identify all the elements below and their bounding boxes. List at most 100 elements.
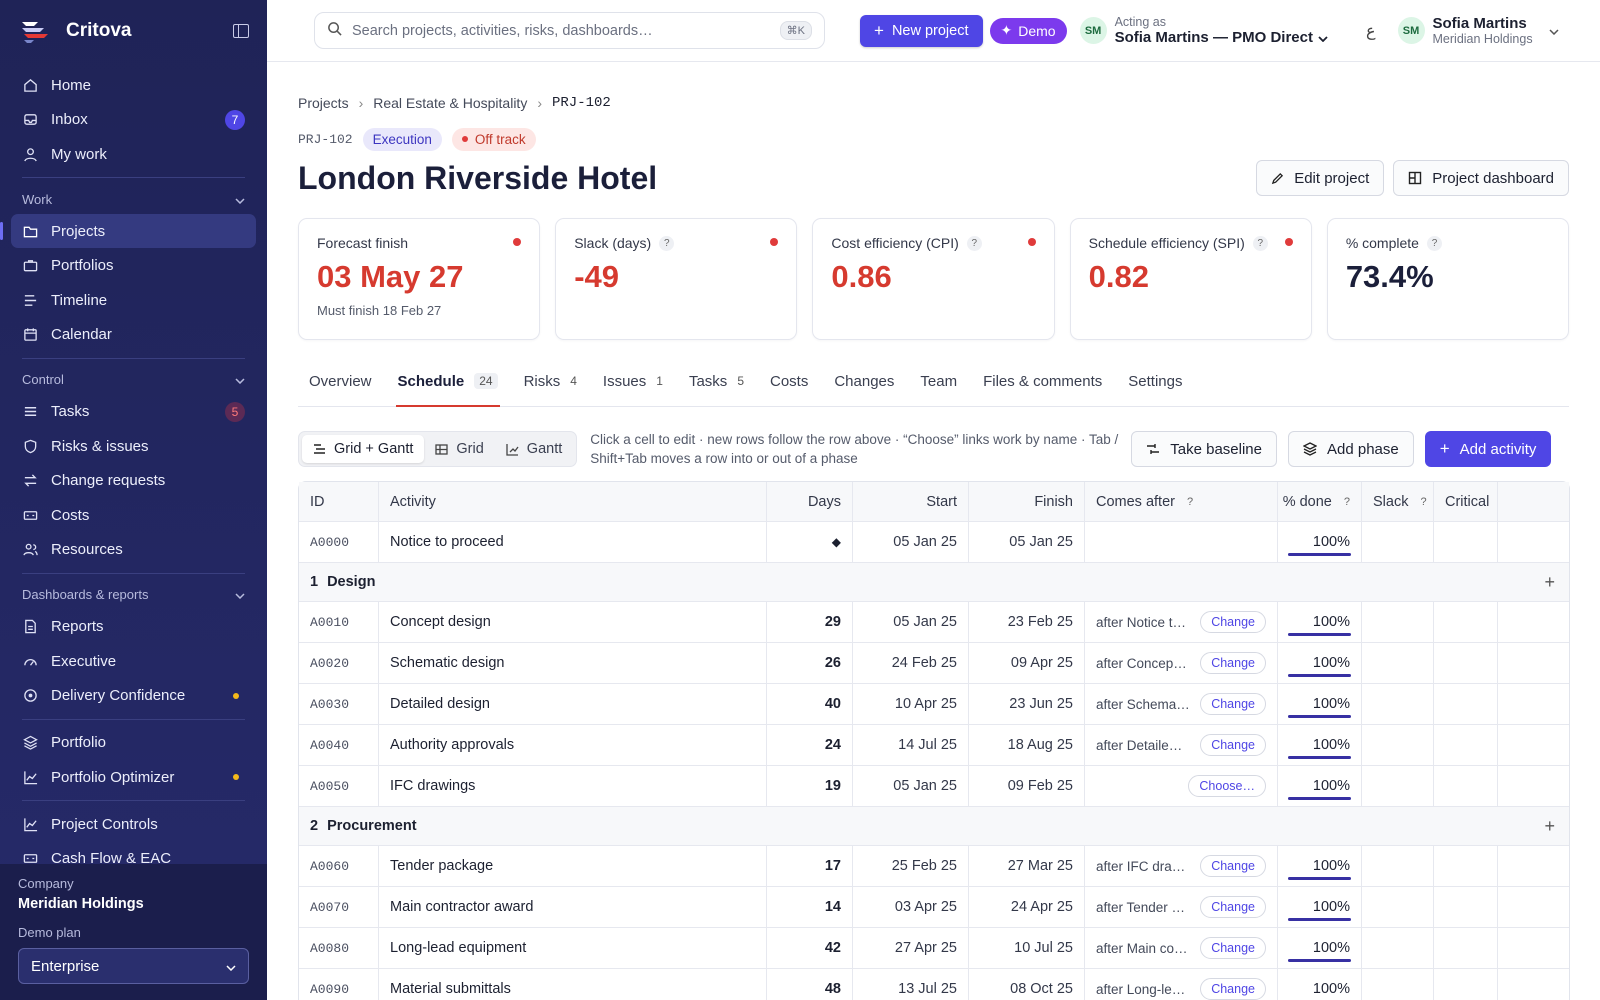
slack-cell[interactable] xyxy=(1362,684,1434,724)
finish-cell[interactable]: 18 Aug 25 xyxy=(969,725,1085,765)
activity-name-cell[interactable]: Schematic design xyxy=(379,643,767,683)
sidebar-item-portfolios[interactable]: Portfolios xyxy=(11,249,256,283)
table-row[interactable]: A0090 Material submittals 48 13 Jul 25 08 Oc… xyxy=(299,969,1569,1000)
table-row[interactable]: A0060 Tender package 17 25 Feb 25 27 Mar 25 a… xyxy=(299,846,1569,887)
column-header[interactable]: Activity xyxy=(379,482,767,521)
percent-done-cell[interactable]: 100% xyxy=(1278,643,1362,683)
start-cell[interactable]: 27 Apr 25 xyxy=(853,928,969,968)
sidebar-item-portfolio-optimizer[interactable]: Portfolio Optimizer xyxy=(11,760,256,794)
add-row-icon[interactable]: + xyxy=(1544,816,1555,837)
table-row[interactable]: A0080 Long-lead equipment 42 27 Apr 25 10 Ju… xyxy=(299,928,1569,969)
activity-id-cell[interactable]: A0020 xyxy=(299,643,379,683)
start-cell[interactable]: 10 Apr 25 xyxy=(853,684,969,724)
percent-done-cell[interactable]: 100% xyxy=(1278,522,1362,562)
sidebar-item-calendar[interactable]: Calendar xyxy=(11,318,256,352)
tab-files-comments[interactable]: Files & comments xyxy=(983,364,1102,398)
finish-cell[interactable]: 09 Feb 25 xyxy=(969,766,1085,806)
tab-issues[interactable]: Issues 1 xyxy=(603,364,663,398)
critical-cell[interactable] xyxy=(1434,684,1498,724)
sidebar-item-resources[interactable]: Resources xyxy=(11,533,256,567)
sidebar-item-my-work[interactable]: My work xyxy=(11,137,256,171)
critical-cell[interactable] xyxy=(1434,643,1498,683)
predecessor-cell[interactable]: after Tender … Change xyxy=(1085,887,1278,927)
edit-project-button[interactable]: Edit project xyxy=(1256,160,1385,196)
percent-done-cell[interactable]: 100% xyxy=(1278,602,1362,642)
start-cell[interactable]: 24 Feb 25 xyxy=(853,643,969,683)
slack-cell[interactable] xyxy=(1362,725,1434,765)
start-cell[interactable]: 05 Jan 25 xyxy=(853,766,969,806)
choose-link-button[interactable]: Choose… xyxy=(1188,775,1266,797)
finish-cell[interactable]: 24 Apr 25 xyxy=(969,887,1085,927)
predecessor-cell[interactable]: after Notice t… Change xyxy=(1085,602,1278,642)
predecessor-cell[interactable]: after Concep… Change xyxy=(1085,643,1278,683)
predecessor-cell[interactable]: after Schema… Change xyxy=(1085,684,1278,724)
activity-id-cell[interactable]: A0000 xyxy=(299,522,379,562)
percent-done-cell[interactable]: 100% xyxy=(1278,969,1362,1000)
percent-done-cell[interactable]: 100% xyxy=(1278,684,1362,724)
section-work[interactable]: Work xyxy=(11,184,256,214)
breadcrumb-projects[interactable]: Projects xyxy=(298,95,349,111)
table-row[interactable]: A0010 Concept design 29 05 Jan 25 23 Feb 25 a… xyxy=(299,602,1569,643)
finish-cell[interactable]: 23 Jun 25 xyxy=(969,684,1085,724)
finish-cell[interactable]: 10 Jul 25 xyxy=(969,928,1085,968)
days-cell[interactable]: ◆ xyxy=(767,522,853,562)
take-baseline-button[interactable]: Take baseline xyxy=(1131,431,1277,467)
column-header[interactable]: Finish xyxy=(969,482,1085,521)
add-phase-button[interactable]: Add phase xyxy=(1288,431,1414,467)
start-cell[interactable]: 14 Jul 25 xyxy=(853,725,969,765)
help-icon[interactable]: ? xyxy=(966,235,982,251)
activity-name-cell[interactable]: Material submittals xyxy=(379,969,767,1000)
tab-risks[interactable]: Risks 4 xyxy=(524,364,577,398)
demo-button[interactable]: ✦ Demo xyxy=(989,17,1067,44)
phase-row[interactable]: 1 Design + xyxy=(299,563,1569,602)
tab-costs[interactable]: Costs xyxy=(770,364,808,398)
column-header[interactable]: % done? xyxy=(1278,482,1362,521)
days-cell[interactable]: 17 xyxy=(767,846,853,886)
finish-cell[interactable]: 27 Mar 25 xyxy=(969,846,1085,886)
tab-changes[interactable]: Changes xyxy=(834,364,894,398)
activity-name-cell[interactable]: Concept design xyxy=(379,602,767,642)
column-header[interactable]: Comes after? xyxy=(1085,482,1278,521)
slack-cell[interactable] xyxy=(1362,602,1434,642)
section-control[interactable]: Control xyxy=(11,365,256,395)
sidebar-item-timeline[interactable]: Timeline xyxy=(11,283,256,317)
activity-id-cell[interactable]: A0040 xyxy=(299,725,379,765)
help-icon[interactable]: ? xyxy=(1344,496,1350,508)
help-icon[interactable]: ? xyxy=(1426,235,1442,251)
predecessor-cell[interactable] xyxy=(1085,522,1278,562)
slack-cell[interactable] xyxy=(1362,766,1434,806)
start-cell[interactable]: 03 Apr 25 xyxy=(853,887,969,927)
start-cell[interactable]: 05 Jan 25 xyxy=(853,602,969,642)
slack-cell[interactable] xyxy=(1362,969,1434,1000)
percent-done-cell[interactable]: 100% xyxy=(1278,846,1362,886)
predecessor-cell[interactable]: Choose… xyxy=(1085,766,1278,806)
tab-tasks[interactable]: Tasks 5 xyxy=(689,364,744,398)
critical-cell[interactable] xyxy=(1434,887,1498,927)
user-avatar[interactable]: SM xyxy=(1397,17,1425,44)
finish-cell[interactable]: 23 Feb 25 xyxy=(969,602,1085,642)
critical-cell[interactable] xyxy=(1434,969,1498,1000)
predecessor-cell[interactable]: after Main co… Change xyxy=(1085,928,1278,968)
percent-done-cell[interactable]: 100% xyxy=(1278,887,1362,927)
change-link-button[interactable]: Change xyxy=(1200,937,1266,959)
plan-select[interactable]: Enterprise xyxy=(18,948,249,984)
phase-name[interactable]: Design xyxy=(327,574,375,590)
activity-name-cell[interactable]: Main contractor award xyxy=(379,887,767,927)
days-cell[interactable]: 24 xyxy=(767,725,853,765)
help-icon[interactable]: ? xyxy=(659,235,675,251)
breadcrumb-portfolio[interactable]: Real Estate & Hospitality xyxy=(373,95,527,111)
acting-as-switcher[interactable]: Acting as Sofia Martins — PMO Direct xyxy=(1115,15,1328,46)
activity-id-cell[interactable]: A0080 xyxy=(299,928,379,968)
slack-cell[interactable] xyxy=(1362,928,1434,968)
days-cell[interactable]: 29 xyxy=(767,602,853,642)
sidebar-item-portfolio[interactable]: Portfolio xyxy=(11,726,256,760)
activity-name-cell[interactable]: Long-lead equipment xyxy=(379,928,767,968)
critical-cell[interactable] xyxy=(1434,928,1498,968)
critical-cell[interactable] xyxy=(1434,725,1498,765)
activity-id-cell[interactable]: A0050 xyxy=(299,766,379,806)
slack-cell[interactable] xyxy=(1362,522,1434,562)
sidebar-item-costs[interactable]: Costs xyxy=(11,498,256,532)
predecessor-cell[interactable]: after IFC dra… Change xyxy=(1085,846,1278,886)
change-link-button[interactable]: Change xyxy=(1200,855,1266,877)
days-cell[interactable]: 14 xyxy=(767,887,853,927)
